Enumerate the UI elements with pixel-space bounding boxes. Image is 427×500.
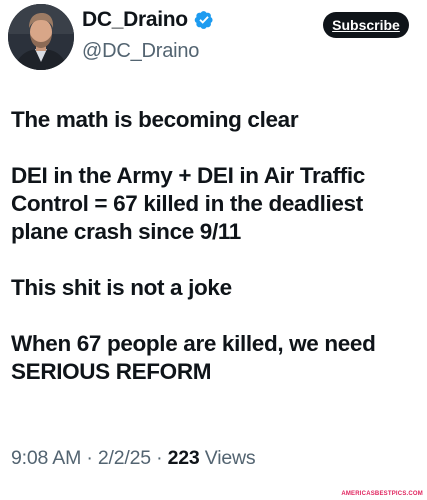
views-count: 223 bbox=[167, 447, 200, 469]
tweet-time[interactable]: 9:08 AM bbox=[11, 447, 81, 469]
tweet-text: The math is becoming clear DEI in the Ar… bbox=[11, 106, 416, 414]
watermark: AMERICASBESTPICS.COM bbox=[341, 491, 423, 497]
user-handle[interactable]: @DC_Draino bbox=[82, 40, 199, 63]
views-label: Views bbox=[204, 447, 256, 469]
verified-badge-icon bbox=[194, 11, 213, 29]
tweet-paragraph: This shit is not a joke bbox=[11, 275, 232, 300]
tweet-date[interactable]: 2/2/25 bbox=[98, 447, 151, 469]
tweet-paragraph: When 67 people are killed, we need SERIO… bbox=[11, 331, 376, 384]
tweet-meta: 9:08 AM · 2/2/25 · 223 Views bbox=[11, 447, 256, 470]
avatar-photo bbox=[8, 4, 74, 70]
avatar[interactable] bbox=[8, 4, 74, 70]
subscribe-button[interactable]: Subscribe bbox=[323, 12, 409, 38]
display-name[interactable]: DC_Draino bbox=[82, 8, 188, 32]
meta-separator: · bbox=[86, 447, 93, 469]
display-name-row[interactable]: DC_Draino bbox=[82, 8, 214, 32]
tweet-paragraph: The math is becoming clear bbox=[11, 107, 299, 132]
meta-separator: · bbox=[156, 447, 163, 469]
tweet-paragraph: DEI in the Army + DEI in Air Traffic Con… bbox=[11, 163, 365, 244]
